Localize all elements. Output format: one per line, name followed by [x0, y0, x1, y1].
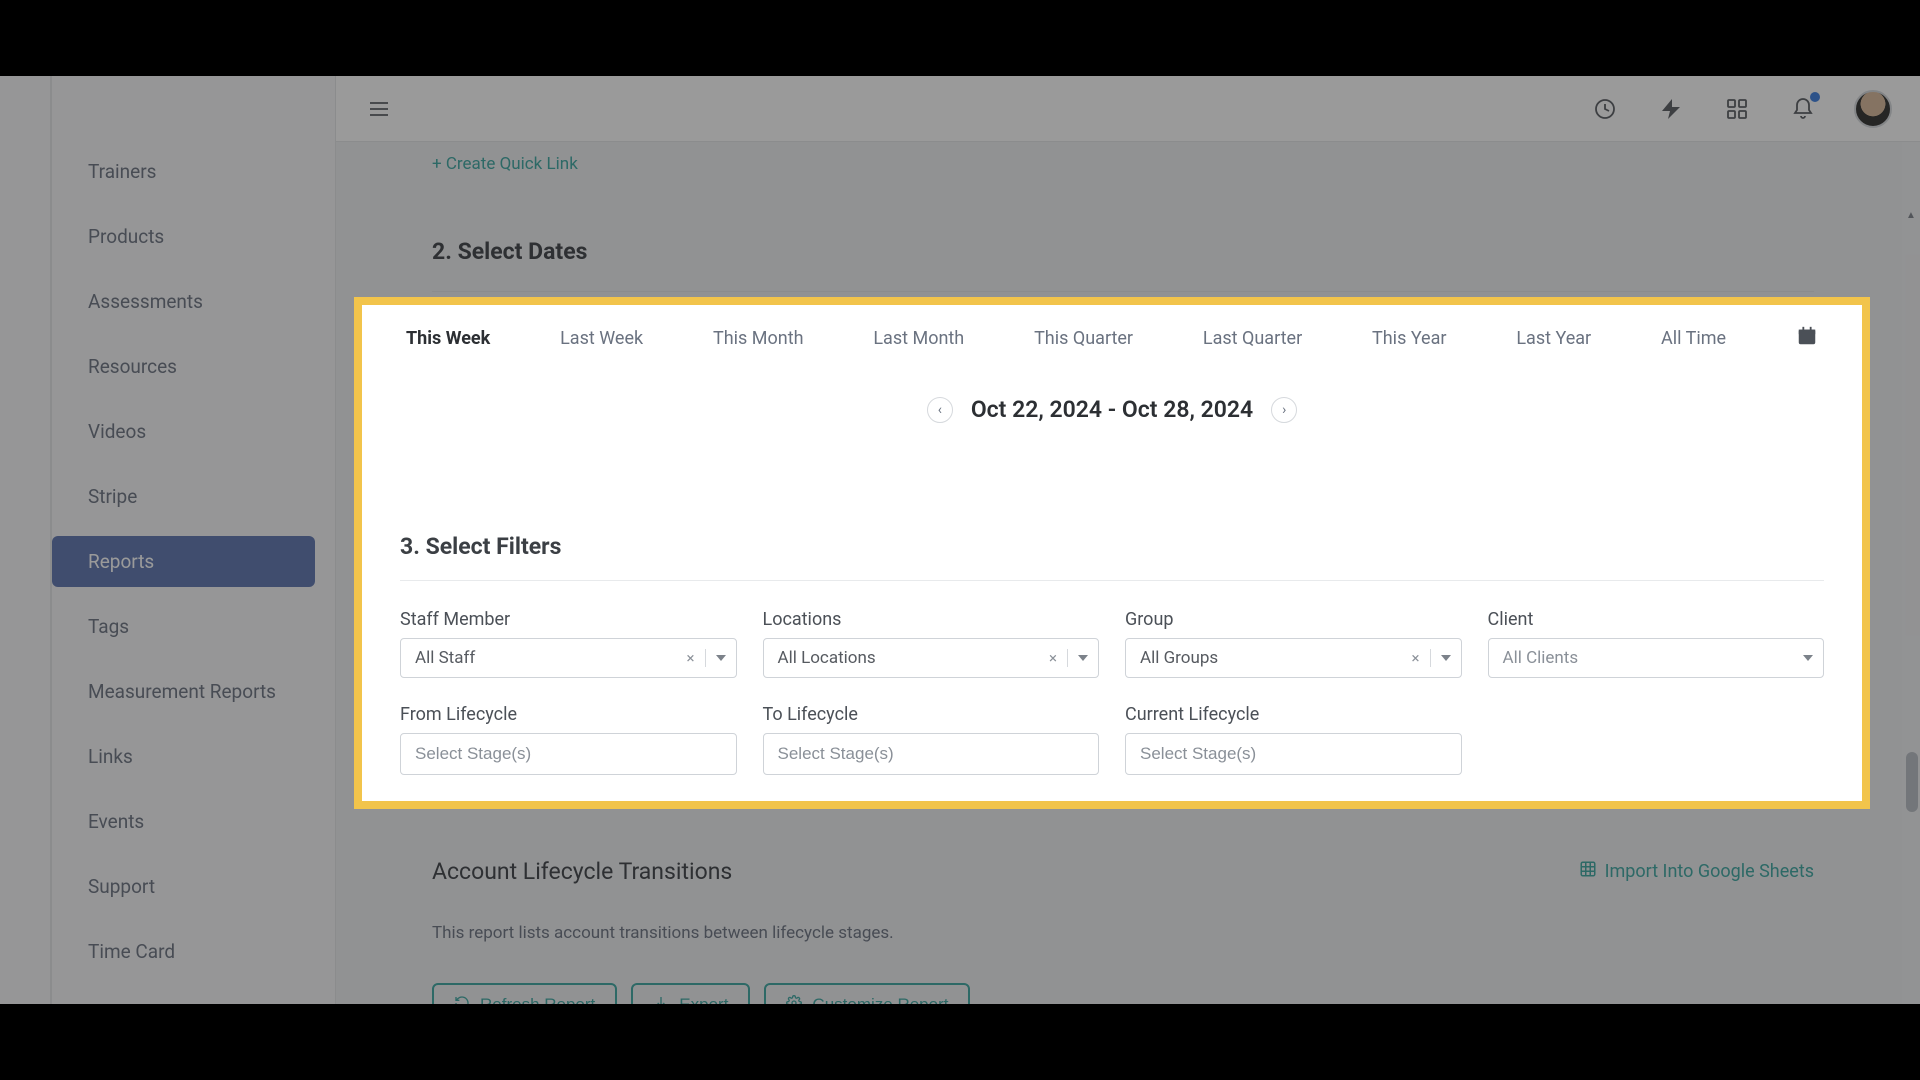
highlighted-panel: This Week Last Week This Month Last Mont… — [354, 297, 1870, 809]
preset-last-quarter[interactable]: Last Quarter — [1203, 328, 1302, 349]
customize-report-button[interactable]: Customize Report — [764, 983, 970, 1004]
sidebar-item-resources[interactable]: Resources — [52, 341, 315, 392]
separator — [705, 649, 706, 667]
sidebar-item-products[interactable]: Products — [52, 211, 315, 262]
current-lifecycle-label: Current Lifecycle — [1125, 704, 1462, 725]
sidebar-item-stripe[interactable]: Stripe — [52, 471, 315, 522]
sidebar-item-support[interactable]: Support — [52, 861, 315, 912]
staff-select[interactable]: All Staff × — [400, 638, 737, 678]
letterbox-bottom — [0, 1004, 1920, 1080]
app-shell: Trainers Products Assessments Resources … — [0, 76, 1920, 1004]
calendar-icon[interactable] — [1796, 325, 1818, 352]
export-label: Export — [679, 995, 728, 1004]
date-presets-row: This Week Last Week This Month Last Mont… — [400, 309, 1824, 362]
date-range-row: ‹ Oct 22, 2024 - Oct 28, 2024 › — [400, 396, 1824, 423]
section-filters-title: 3. Select Filters — [400, 533, 1824, 581]
apps-icon[interactable] — [1722, 94, 1752, 124]
sidebar-item-events[interactable]: Events — [52, 796, 315, 847]
date-prev-button[interactable]: ‹ — [927, 397, 953, 423]
scroll-up-arrow[interactable]: ▲ — [1905, 210, 1917, 222]
customize-report-label: Customize Report — [812, 995, 948, 1004]
report-description: This report lists account transitions be… — [432, 923, 1814, 943]
group-clear-icon[interactable]: × — [1411, 649, 1419, 667]
bell-icon[interactable] — [1788, 94, 1818, 124]
preset-last-week[interactable]: Last Week — [560, 328, 643, 349]
import-google-sheets-link[interactable]: Import Into Google Sheets — [1579, 860, 1814, 883]
group-select-value: All Groups — [1140, 648, 1218, 668]
from-lifecycle-label: From Lifecycle — [400, 704, 737, 725]
sidebar-item-videos[interactable]: Videos — [52, 406, 315, 457]
topbar — [336, 76, 1920, 142]
client-label: Client — [1488, 609, 1825, 630]
sidebar: Trainers Products Assessments Resources … — [0, 76, 336, 1004]
notification-dot — [1810, 92, 1820, 102]
clock-icon[interactable] — [1590, 94, 1620, 124]
menu-icon[interactable] — [364, 94, 394, 124]
filters-grid: Staff Member All Staff × Locations All L… — [400, 609, 1824, 775]
sidebar-item-tags[interactable]: Tags — [52, 601, 315, 652]
preset-all-time[interactable]: All Time — [1661, 328, 1726, 349]
sidebar-item-measurement-reports[interactable]: Measurement Reports — [52, 666, 315, 717]
separator — [1430, 649, 1431, 667]
locations-label: Locations — [763, 609, 1100, 630]
preset-this-quarter[interactable]: This Quarter — [1034, 328, 1133, 349]
preset-this-month[interactable]: This Month — [713, 328, 804, 349]
to-lifecycle-label: To Lifecycle — [763, 704, 1100, 725]
locations-clear-icon[interactable]: × — [1049, 649, 1057, 667]
staff-label: Staff Member — [400, 609, 737, 630]
refresh-report-button[interactable]: Refresh Report — [432, 983, 617, 1004]
separator — [1067, 649, 1068, 667]
scrollbar-track[interactable]: ▲ — [1902, 142, 1920, 1004]
group-select[interactable]: All Groups × — [1125, 638, 1462, 678]
staff-clear-icon[interactable]: × — [686, 649, 694, 667]
sidebar-item-trainers[interactable]: Trainers — [52, 146, 315, 197]
download-icon — [653, 995, 669, 1005]
refresh-report-label: Refresh Report — [480, 995, 595, 1004]
group-label: Group — [1125, 609, 1462, 630]
preset-last-year[interactable]: Last Year — [1516, 328, 1591, 349]
preset-this-year[interactable]: This Year — [1372, 328, 1446, 349]
date-range-text: Oct 22, 2024 - Oct 28, 2024 — [971, 396, 1253, 423]
refresh-icon — [454, 995, 470, 1005]
create-quick-link[interactable]: + Create Quick Link — [432, 154, 578, 174]
chevron-down-icon — [1078, 655, 1088, 661]
chevron-down-icon — [716, 655, 726, 661]
client-select-value: All Clients — [1503, 648, 1579, 668]
from-lifecycle-input[interactable] — [400, 733, 737, 775]
import-google-sheets-label: Import Into Google Sheets — [1605, 861, 1814, 882]
locations-select[interactable]: All Locations × — [763, 638, 1100, 678]
locations-select-value: All Locations — [778, 648, 876, 668]
export-button[interactable]: Export — [631, 983, 750, 1004]
spreadsheet-icon — [1579, 860, 1597, 883]
section-dates-title: 2. Select Dates — [432, 238, 1814, 292]
date-next-button[interactable]: › — [1271, 397, 1297, 423]
report-title: Account Lifecycle Transitions — [432, 858, 732, 885]
staff-select-value: All Staff — [415, 648, 475, 668]
preset-this-week[interactable]: This Week — [406, 328, 490, 349]
gear-icon — [786, 995, 802, 1005]
sidebar-item-time-card[interactable]: Time Card — [52, 926, 315, 977]
scrollbar-thumb[interactable] — [1906, 752, 1918, 812]
current-lifecycle-input[interactable] — [1125, 733, 1462, 775]
client-select[interactable]: All Clients — [1488, 638, 1825, 678]
chevron-down-icon — [1803, 655, 1813, 661]
bolt-icon[interactable] — [1656, 94, 1686, 124]
sidebar-item-reports[interactable]: Reports — [52, 536, 315, 587]
to-lifecycle-input[interactable] — [763, 733, 1100, 775]
preset-last-month[interactable]: Last Month — [873, 328, 964, 349]
sidebar-item-assessments[interactable]: Assessments — [52, 276, 315, 327]
letterbox-top — [0, 0, 1920, 76]
chevron-down-icon — [1441, 655, 1451, 661]
sidebar-item-links[interactable]: Links — [52, 731, 315, 782]
avatar[interactable] — [1854, 90, 1892, 128]
